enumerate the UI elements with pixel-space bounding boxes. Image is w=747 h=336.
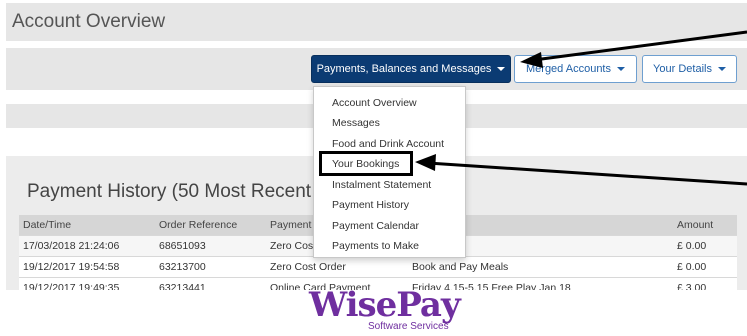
wisepay-logo: WisePay bbox=[309, 285, 461, 325]
column-header-datetime[interactable]: Date/Time bbox=[19, 215, 155, 236]
menu-item-payment-calendar[interactable]: Payment Calendar bbox=[332, 219, 419, 234]
menu-item-instalment-statement[interactable]: Instalment Statement bbox=[332, 178, 431, 193]
cell-amount: £ 0.00 bbox=[673, 256, 737, 278]
cell-amount: £ 0.00 bbox=[673, 235, 737, 257]
merged-button-label: Merged Accounts bbox=[526, 63, 611, 75]
menu-item-food-drink-account[interactable]: Food and Drink Account bbox=[332, 137, 444, 152]
menu-item-account-overview[interactable]: Account Overview bbox=[332, 96, 417, 111]
page-title: Account Overview bbox=[12, 11, 166, 32]
column-header-amount[interactable]: Amount bbox=[673, 215, 737, 236]
caret-down-icon bbox=[497, 67, 506, 71]
menu-item-messages[interactable]: Messages bbox=[332, 116, 380, 131]
caret-down-icon bbox=[617, 67, 625, 71]
cell-payment: Zero Cost Order bbox=[266, 256, 408, 278]
table-row[interactable]: 19/12/2017 19:54:58 63213700 Zero Cost O… bbox=[19, 256, 737, 278]
payments-button-label: Payments, Balances and Messages bbox=[316, 63, 492, 75]
cell-datetime: 17/03/2018 21:24:06 bbox=[19, 235, 155, 257]
merged-accounts-button[interactable]: Merged Accounts bbox=[514, 55, 637, 83]
cell-description: Book and Pay Meals bbox=[408, 256, 673, 278]
caret-down-icon bbox=[717, 67, 726, 71]
your-details-button[interactable]: Your Details bbox=[642, 55, 737, 83]
menu-item-payments-to-make[interactable]: Payments to Make bbox=[332, 239, 419, 254]
cell-order-reference: 68651093 bbox=[155, 235, 266, 257]
panel-heading: Payment History (50 Most Recent bbox=[27, 181, 312, 202]
column-header-order-reference[interactable]: Order Reference bbox=[155, 215, 266, 236]
details-button-label: Your Details bbox=[653, 63, 712, 75]
highlight-box bbox=[319, 151, 413, 176]
menu-item-payment-history[interactable]: Payment History bbox=[332, 198, 409, 213]
wisepay-logo-subtitle: Software Services bbox=[368, 321, 449, 332]
cell-datetime: 19/12/2017 19:54:58 bbox=[19, 256, 155, 278]
cell-order-reference: 63213700 bbox=[155, 256, 266, 278]
payments-balances-messages-button[interactable]: Payments, Balances and Messages bbox=[311, 55, 511, 83]
